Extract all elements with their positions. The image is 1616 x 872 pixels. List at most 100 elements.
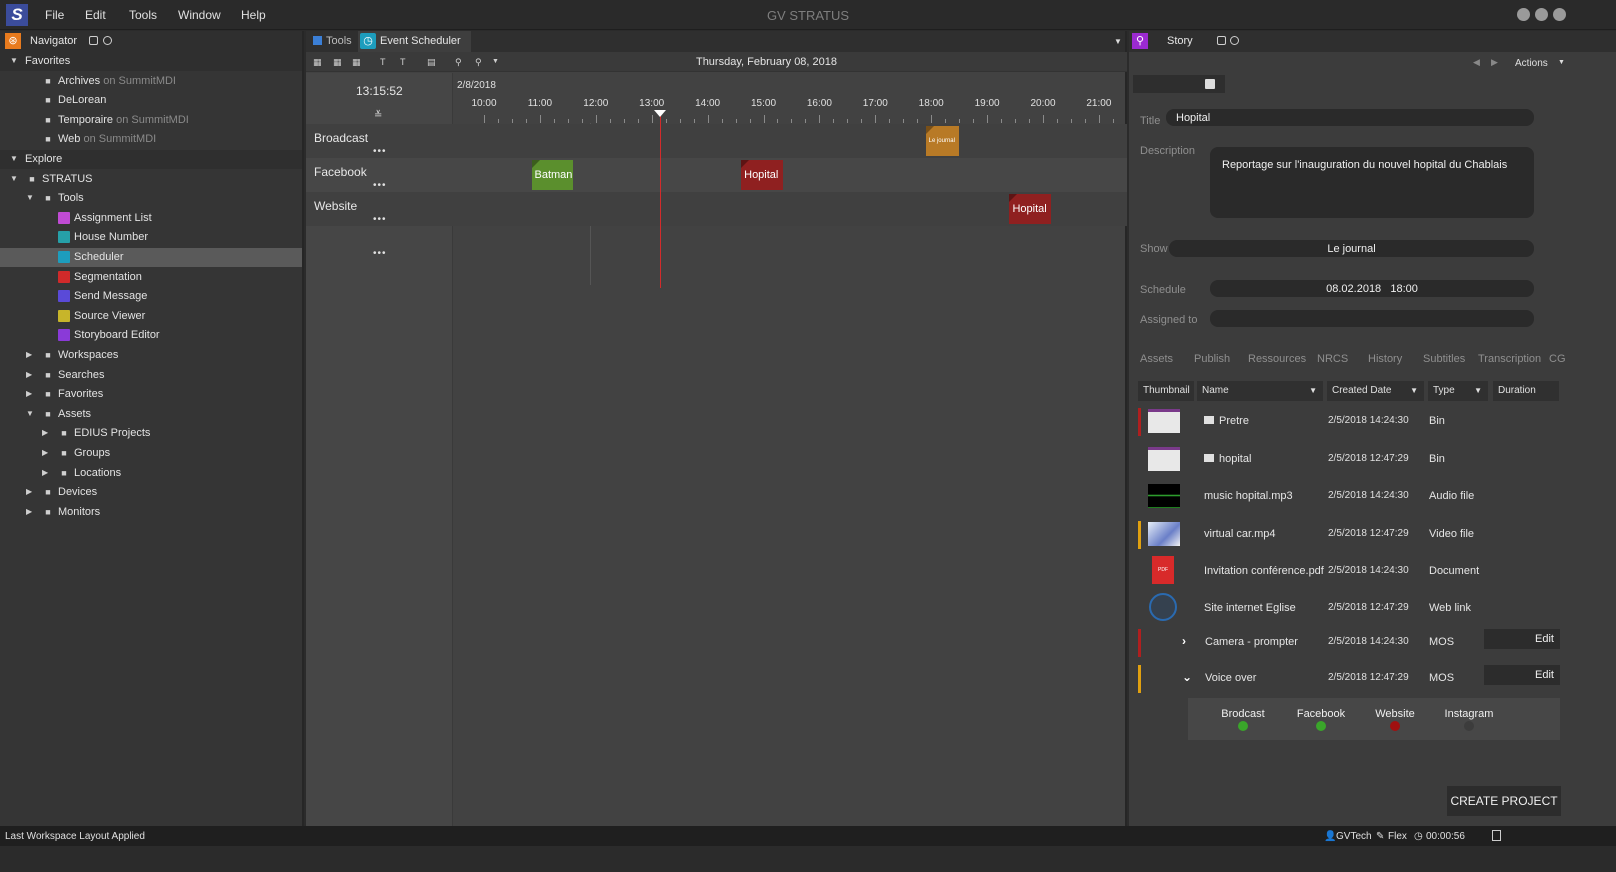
tree-item[interactable]: House Number xyxy=(0,228,302,247)
caret-down-icon[interactable]: ▼ xyxy=(10,154,20,163)
destination-status-dot[interactable] xyxy=(1238,721,1248,731)
caret-right-icon[interactable]: ▶ xyxy=(42,468,52,477)
scheduled-event[interactable]: Batman xyxy=(531,160,574,190)
asset-row[interactable]: Pretre 2/5/2018 14:24:30 Bin xyxy=(1138,402,1560,439)
scheduled-event[interactable]: Hopital xyxy=(741,160,784,190)
tree-item[interactable]: ■ DeLorean xyxy=(0,91,302,110)
asset-tab[interactable]: CG xyxy=(1549,353,1566,365)
minimize-icon[interactable] xyxy=(1517,8,1530,21)
scheduler-lane[interactable]: Broadcast ••• xyxy=(306,124,1127,158)
next-icon[interactable]: ▶ xyxy=(1491,57,1498,68)
schedule-field[interactable]: 08.02.2018 18:00 xyxy=(1210,280,1534,297)
tree-item[interactable]: Send Message xyxy=(0,287,302,306)
tree-item[interactable]: ▶ ■ Workspaces xyxy=(0,346,302,365)
destination-status-dot[interactable] xyxy=(1390,721,1400,731)
edit-icon[interactable] xyxy=(1205,79,1215,89)
caret-right-icon[interactable]: ▶ xyxy=(42,448,52,457)
scheduled-event[interactable]: Hopital xyxy=(1009,194,1052,224)
edit-button[interactable]: Edit xyxy=(1484,629,1560,649)
tree-item[interactable]: Scheduler xyxy=(0,248,302,267)
tree-item[interactable]: ▶ ■ Favorites xyxy=(0,385,302,404)
asset-row[interactable]: ⌄ Voice over 2/5/2018 12:47:29 MOS Edit xyxy=(1138,659,1560,696)
tree-item[interactable]: Segmentation xyxy=(0,268,302,287)
caret-down-icon[interactable]: ▼ xyxy=(10,174,20,183)
show-field[interactable]: Le journal xyxy=(1169,240,1534,257)
edit-button[interactable]: Edit xyxy=(1484,665,1560,685)
menu-file[interactable]: File xyxy=(45,8,64,22)
tree-item[interactable]: ■ Web on SummitMDI xyxy=(0,130,302,149)
caret-right-icon[interactable]: ▶ xyxy=(42,428,52,437)
filter-dropdown-icon[interactable]: ▼ xyxy=(1410,381,1418,401)
tree-item[interactable]: Source Viewer xyxy=(0,307,302,326)
caret-down-icon[interactable]: ▼ xyxy=(26,193,36,202)
flex-label[interactable]: Flex xyxy=(1388,831,1407,842)
column-header[interactable]: Duration xyxy=(1493,381,1559,401)
story-close-icon[interactable] xyxy=(1230,36,1239,45)
asset-row[interactable]: hopital 2/5/2018 12:47:29 Bin xyxy=(1138,440,1560,477)
caret-down-icon[interactable]: ▼ xyxy=(26,409,36,418)
assigned-to-field[interactable] xyxy=(1210,310,1534,327)
asset-row[interactable]: Site internet Eglise 2/5/2018 12:47:29 Web… xyxy=(1138,589,1560,626)
destination-status-dot[interactable] xyxy=(1316,721,1326,731)
scheduled-event[interactable]: Le journal xyxy=(925,126,960,156)
column-header[interactable]: Created Date ▼ xyxy=(1327,381,1424,401)
detach-icon[interactable] xyxy=(89,36,98,45)
description-field[interactable]: Reportage sur l'inauguration du nouvel h… xyxy=(1210,147,1534,218)
scheduler-lane[interactable]: Facebook ••• xyxy=(306,158,1127,192)
tree-item[interactable]: ▶ ■ EDIUS Projects xyxy=(0,424,302,443)
current-time-marker-icon[interactable] xyxy=(654,110,667,117)
asset-tab[interactable]: Ressources xyxy=(1248,353,1306,365)
caret-right-icon[interactable]: ▶ xyxy=(26,350,36,359)
create-project-button[interactable]: CREATE PROJECT xyxy=(1447,786,1561,816)
column-header[interactable]: Type ▼ xyxy=(1428,381,1488,401)
filter-dropdown-icon[interactable]: ▼ xyxy=(1309,381,1317,401)
lane-more-icon[interactable]: ••• xyxy=(373,214,387,225)
lane-more-icon[interactable]: ••• xyxy=(373,146,387,157)
tree-item[interactable]: ▼ ■ STRATUS xyxy=(0,170,302,189)
actions-menu[interactable]: Actions xyxy=(1515,58,1548,69)
tree-item[interactable]: ▼ ■ Tools xyxy=(0,189,302,208)
caret-right-icon[interactable]: ▶ xyxy=(26,507,36,516)
tree-item[interactable]: ▶ ■ Locations xyxy=(0,464,302,483)
tree-item[interactable]: ▶ ■ Groups xyxy=(0,444,302,463)
caret-down-icon[interactable]: ▼ xyxy=(10,56,20,65)
tab-tools[interactable]: Tools xyxy=(326,35,352,47)
caret-right-icon[interactable]: ▶ xyxy=(26,389,36,398)
tree-item[interactable]: ▶ ■ Devices xyxy=(0,483,302,502)
asset-row[interactable]: music hopital.mp3 2/5/2018 14:24:30 Audio … xyxy=(1138,477,1560,514)
menu-edit[interactable]: Edit xyxy=(85,8,106,22)
column-header[interactable]: Name ▼ xyxy=(1197,381,1323,401)
tree-item[interactable]: ▼ Favorites xyxy=(0,52,302,71)
tree-item[interactable]: ▼ ■ Assets xyxy=(0,405,302,424)
menu-help[interactable]: Help xyxy=(241,8,266,22)
lane-more-icon[interactable]: ••• xyxy=(373,248,387,259)
story-detach-icon[interactable] xyxy=(1217,36,1226,45)
filter-dropdown-icon[interactable]: ▼ xyxy=(1474,381,1482,401)
asset-tab[interactable]: NRCS xyxy=(1317,353,1348,365)
actions-dropdown-icon[interactable]: ▼ xyxy=(1558,59,1565,66)
close-panel-icon[interactable] xyxy=(103,36,112,45)
asset-row[interactable]: PDF Invitation conférence.pdf 2/5/2018 14:… xyxy=(1138,552,1560,589)
restore-icon[interactable] xyxy=(1535,8,1548,21)
tree-item[interactable]: ■ Temporaire on SummitMDI xyxy=(0,111,302,130)
title-field[interactable]: Hopital xyxy=(1166,109,1534,126)
caret-right-icon[interactable]: ▶ xyxy=(26,487,36,496)
tree-item[interactable]: ▶ ■ Searches xyxy=(0,366,302,385)
tree-item[interactable]: ▶ ■ Monitors xyxy=(0,503,302,522)
tree-item[interactable]: Assignment List xyxy=(0,209,302,228)
asset-tab[interactable]: Subtitles xyxy=(1423,353,1465,365)
tree-item[interactable]: ▼ Explore xyxy=(0,150,302,169)
scheduler-lane[interactable]: Website ••• xyxy=(306,192,1127,226)
tree-item[interactable]: ■ Archives on SummitMDI xyxy=(0,72,302,91)
asset-row[interactable]: virtual car.mp4 2/5/2018 12:47:29 Video fi… xyxy=(1138,515,1560,552)
tab-dropdown-icon[interactable]: ▼ xyxy=(1114,37,1122,46)
tree-item[interactable]: Storyboard Editor xyxy=(0,326,302,345)
asset-row[interactable]: › Camera - prompter 2/5/2018 14:24:30 MOS Ed… xyxy=(1138,623,1560,660)
close-window-icon[interactable] xyxy=(1553,8,1566,21)
prev-icon[interactable]: ◀ xyxy=(1473,57,1480,68)
lane-more-icon[interactable]: ••• xyxy=(373,180,387,191)
user-name[interactable]: GVTech xyxy=(1336,831,1372,842)
caret-right-icon[interactable]: ▶ xyxy=(26,370,36,379)
menu-window[interactable]: Window xyxy=(178,8,221,22)
destination-status-dot[interactable] xyxy=(1464,721,1474,731)
